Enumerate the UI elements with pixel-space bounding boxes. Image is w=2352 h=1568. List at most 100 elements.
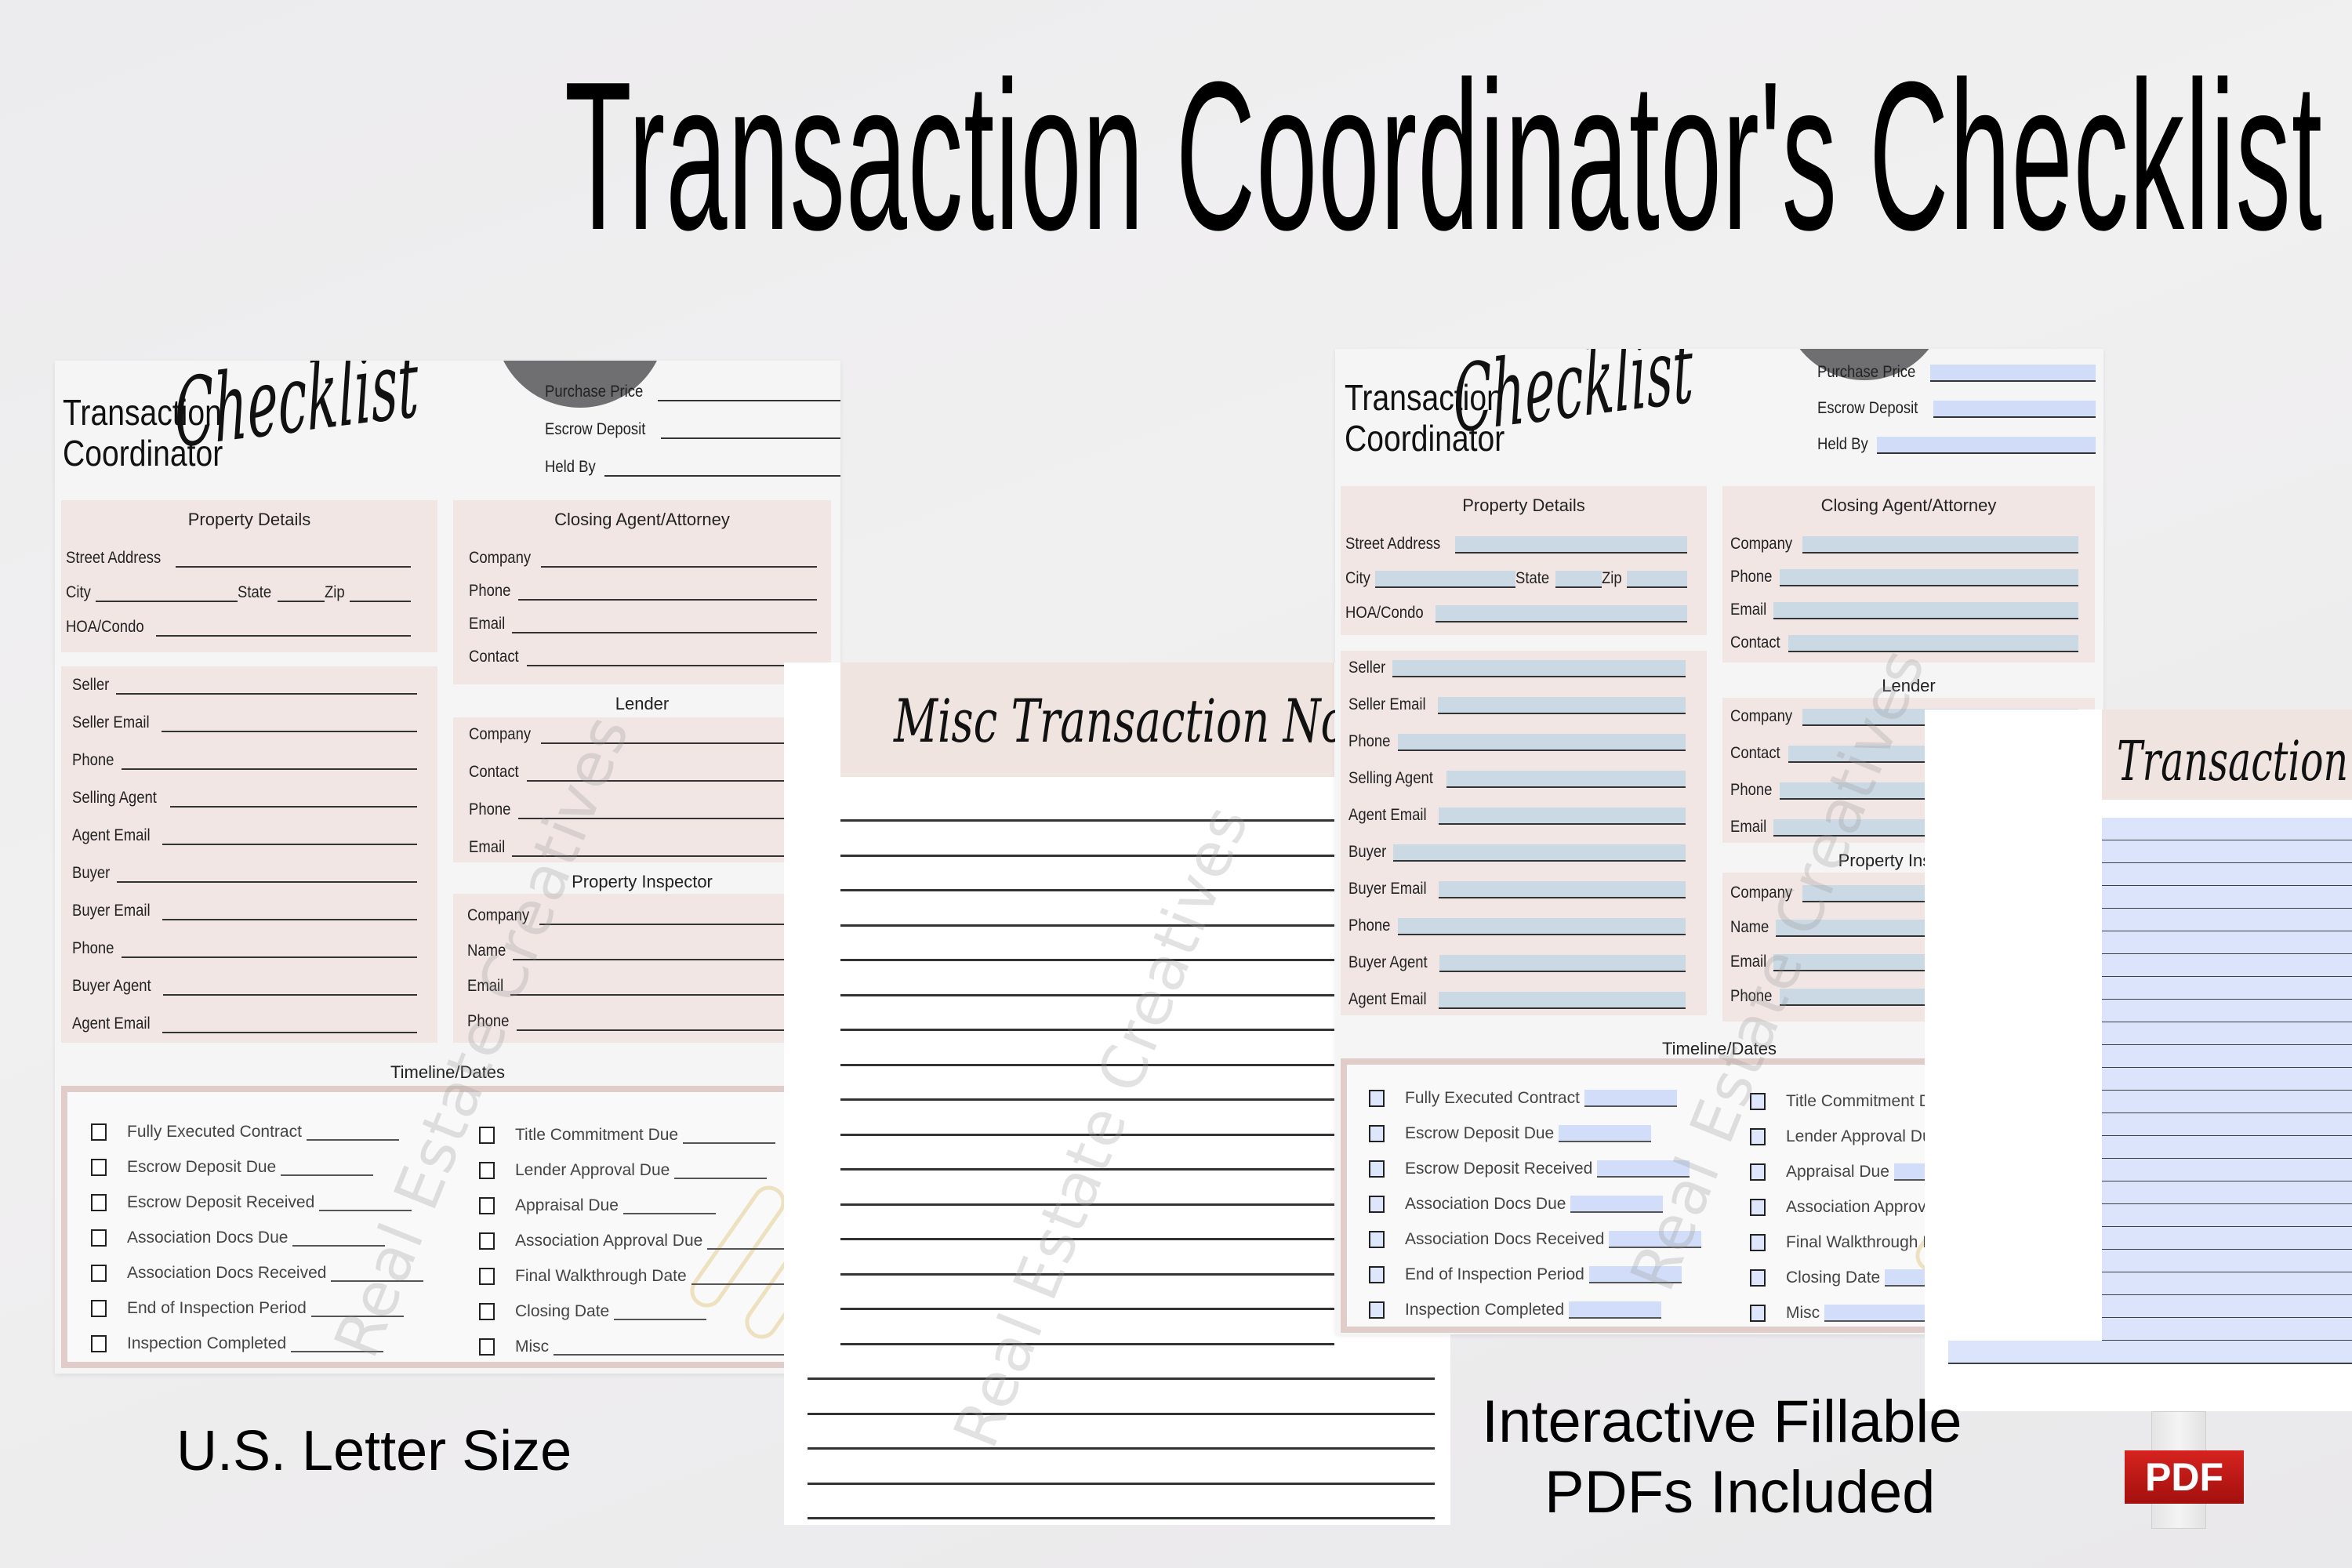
checkbox[interactable] xyxy=(91,1264,107,1282)
notes-line[interactable] xyxy=(808,1517,1435,1519)
field-held-by[interactable]: Held By xyxy=(545,458,840,477)
checkbox[interactable] xyxy=(91,1158,107,1176)
notes-line[interactable] xyxy=(840,1272,1334,1276)
notes-line[interactable] xyxy=(840,1133,1334,1136)
notes-fillable-line[interactable] xyxy=(2102,977,2352,1000)
checkbox[interactable] xyxy=(1369,1230,1385,1248)
notes-fillable-line[interactable] xyxy=(1948,1341,2352,1364)
date-input[interactable] xyxy=(1584,1089,1677,1107)
field-escrow-deposit[interactable]: Escrow Deposit xyxy=(545,420,840,439)
notes-line[interactable] xyxy=(808,1447,1435,1450)
field-seller-email[interactable]: Seller Email xyxy=(1348,695,1686,714)
checkbox[interactable] xyxy=(1369,1301,1385,1319)
field-inspector-phone[interactable]: Phone xyxy=(467,1012,815,1031)
notes-line[interactable] xyxy=(840,1063,1334,1066)
date-input[interactable] xyxy=(319,1194,412,1211)
checkbox[interactable] xyxy=(91,1123,107,1141)
notes-line[interactable] xyxy=(840,993,1334,996)
checkbox[interactable] xyxy=(479,1232,495,1250)
notes-fillable-line[interactable] xyxy=(2102,1068,2352,1091)
notes-fillable-line[interactable] xyxy=(2102,840,2352,864)
field-seller-email[interactable]: Seller Email xyxy=(72,713,417,732)
notes-fillable-line[interactable] xyxy=(2102,1272,2352,1296)
field-buyer-email[interactable]: Buyer Email xyxy=(72,902,417,920)
notes-fillable-line[interactable] xyxy=(2102,954,2352,978)
notes-fillable-line[interactable] xyxy=(2102,1227,2352,1250)
checkbox[interactable] xyxy=(91,1193,107,1211)
field-agent-email[interactable]: Agent Email xyxy=(72,826,417,845)
field-agent-email[interactable]: Agent Email xyxy=(1348,990,1686,1009)
date-input[interactable] xyxy=(554,1338,805,1356)
checkbox[interactable] xyxy=(479,1338,495,1356)
notes-line[interactable] xyxy=(840,1308,1334,1310)
field-buyer[interactable]: Buyer xyxy=(72,864,417,883)
date-input[interactable] xyxy=(310,1300,404,1317)
field-closing-company[interactable]: Company xyxy=(469,549,817,568)
field-street-address[interactable]: Street Address xyxy=(1345,535,1687,554)
checkbox[interactable] xyxy=(1750,1163,1766,1181)
checkbox[interactable] xyxy=(1750,1092,1766,1110)
field-closing-phone[interactable]: Phone xyxy=(1730,568,2078,586)
checkbox[interactable] xyxy=(1750,1304,1766,1322)
notes-line[interactable] xyxy=(840,819,1334,822)
field-street-address[interactable]: Street Address xyxy=(66,549,411,568)
field-buyer-email[interactable]: Buyer Email xyxy=(1348,880,1686,898)
date-input[interactable] xyxy=(306,1123,399,1141)
field-closing-email[interactable]: Email xyxy=(1730,601,2078,619)
field-selling-agent[interactable]: Selling Agent xyxy=(72,789,417,808)
notes-line[interactable] xyxy=(840,1029,1334,1031)
field-seller[interactable]: Seller xyxy=(1348,659,1686,677)
date-input[interactable] xyxy=(291,1335,384,1352)
field-inspector-company[interactable]: Company xyxy=(467,906,815,925)
checkbox[interactable] xyxy=(91,1299,107,1317)
notes-fillable-line[interactable] xyxy=(2102,1295,2352,1319)
notes-fillable-line[interactable] xyxy=(2102,1181,2352,1205)
field-selling-agent[interactable]: Selling Agent xyxy=(1348,769,1686,788)
notes-fillable-line[interactable] xyxy=(2102,909,2352,932)
checkbox[interactable] xyxy=(1369,1124,1385,1142)
date-input[interactable] xyxy=(1588,1265,1682,1283)
notes-line[interactable] xyxy=(840,959,1334,961)
checkbox[interactable] xyxy=(479,1161,495,1179)
date-input[interactable] xyxy=(1559,1124,1652,1142)
field-purchase-price[interactable]: Purchase Price xyxy=(545,383,840,401)
notes-line[interactable] xyxy=(808,1377,1435,1380)
notes-fillable-line[interactable] xyxy=(2102,1091,2352,1114)
field-agent-email[interactable]: Agent Email xyxy=(72,1014,417,1033)
notes-fillable-line[interactable] xyxy=(2102,1159,2352,1182)
field-closing-email[interactable]: Email xyxy=(469,615,817,633)
notes-fillable-line[interactable] xyxy=(2102,886,2352,909)
notes-line[interactable] xyxy=(840,1098,1334,1101)
field-phone[interactable]: Phone xyxy=(1348,732,1686,751)
notes-line[interactable] xyxy=(840,1168,1334,1171)
field-inspector-email[interactable]: Email xyxy=(467,977,815,996)
checkbox[interactable] xyxy=(479,1126,495,1144)
checkbox[interactable] xyxy=(479,1196,495,1214)
field-inspector-name[interactable]: Name xyxy=(467,942,815,960)
field-lender-email[interactable]: Email xyxy=(469,838,817,857)
notes-fillable-line[interactable] xyxy=(2102,1045,2352,1069)
field-hoa-condo[interactable]: HOA/Condo xyxy=(66,618,411,637)
field-phone[interactable]: Phone xyxy=(72,751,417,770)
date-input[interactable] xyxy=(614,1303,707,1320)
date-input[interactable] xyxy=(691,1268,784,1285)
field-hoa-condo[interactable]: HOA/Condo xyxy=(1345,604,1687,622)
notes-fillable-line[interactable] xyxy=(2102,1136,2352,1160)
notes-fillable-line[interactable] xyxy=(2102,1113,2352,1137)
notes-line[interactable] xyxy=(840,924,1334,927)
notes-line[interactable] xyxy=(808,1412,1435,1415)
date-input[interactable] xyxy=(622,1197,716,1214)
field-seller[interactable]: Seller xyxy=(72,676,417,695)
field-phone[interactable]: Phone xyxy=(1348,916,1686,935)
notes-fillable-line[interactable] xyxy=(2102,818,2352,841)
date-input[interactable] xyxy=(331,1265,424,1282)
date-input[interactable] xyxy=(674,1162,768,1179)
date-input[interactable] xyxy=(683,1127,776,1144)
field-held-by[interactable]: Held By xyxy=(1817,435,2096,454)
checkbox[interactable] xyxy=(479,1302,495,1320)
field-phone[interactable]: Phone xyxy=(72,939,417,958)
field-buyer[interactable]: Buyer xyxy=(1348,843,1686,862)
field-purchase-price[interactable]: Purchase Price xyxy=(1817,363,2096,382)
field-buyer-agent[interactable]: Buyer Agent xyxy=(1348,953,1686,972)
date-input[interactable] xyxy=(1609,1230,1702,1248)
